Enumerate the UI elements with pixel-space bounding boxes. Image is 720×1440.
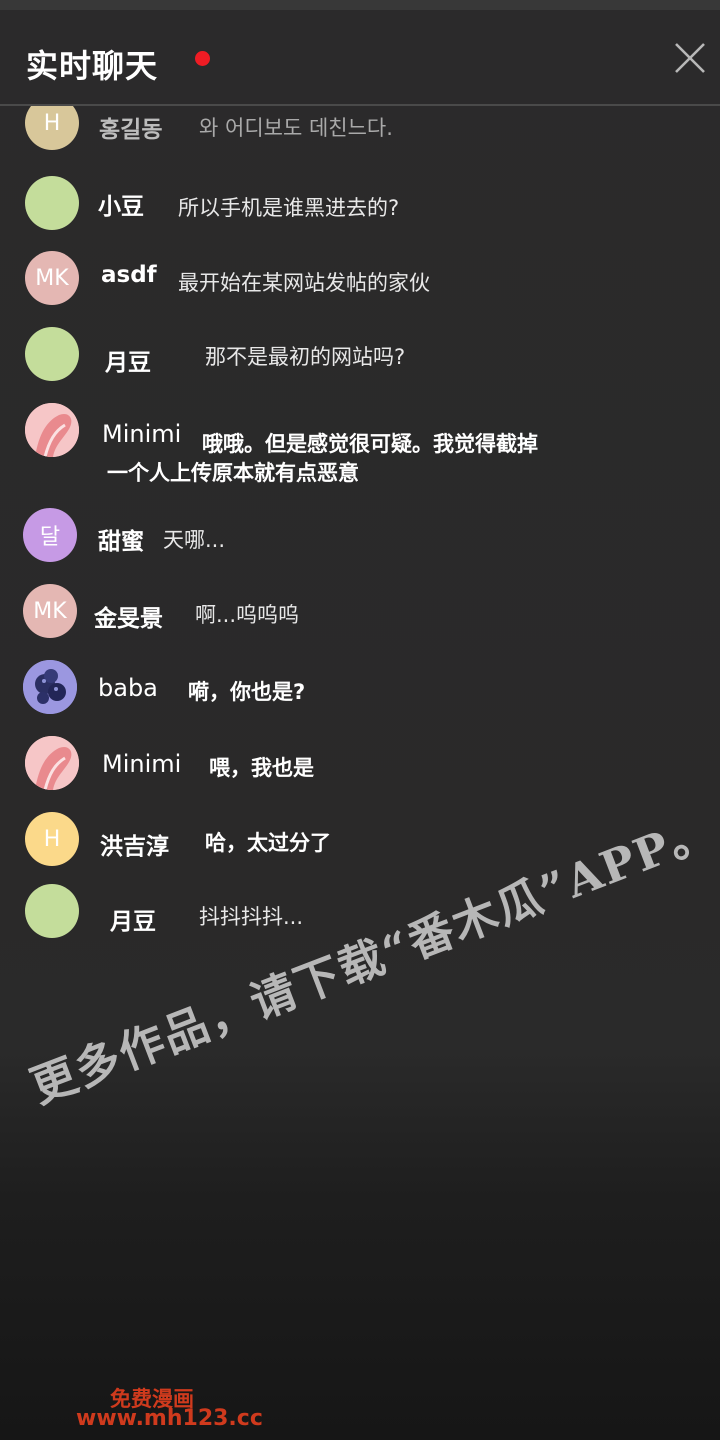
avatar-initial: H	[43, 110, 61, 136]
avatar	[25, 736, 79, 790]
message-text: 와 어디보도 데친느다.	[199, 116, 393, 140]
avatar	[25, 176, 79, 230]
avatar-initial: MK	[35, 265, 69, 291]
message-author: 金旻景	[94, 606, 163, 632]
chat-message: baba 嗬，你也是?	[0, 660, 720, 724]
avatar-image	[23, 660, 77, 714]
avatar-image	[25, 403, 79, 457]
avatar-initial: MK	[33, 598, 67, 624]
message-author: baba	[98, 674, 158, 702]
close-icon[interactable]	[672, 40, 708, 76]
message-text-continued: 一个人上传原本就有点恶意	[107, 461, 359, 485]
message-text: 最开始在某网站发帖的家伙	[178, 271, 430, 295]
avatar: MK	[25, 251, 79, 305]
message-text: 啊...呜呜呜	[195, 603, 300, 627]
avatar: H	[25, 106, 79, 150]
message-text: 抖抖抖抖...	[199, 905, 304, 929]
avatar	[25, 403, 79, 457]
chat-message: MK 金旻景 啊...呜呜呜	[0, 584, 720, 648]
message-author: 小豆	[98, 194, 144, 220]
page-title: 实时聊天	[26, 47, 159, 85]
chat-message: Minimi 喂，我也是	[0, 736, 720, 800]
message-text: 哈，太过分了	[205, 831, 331, 855]
message-author: 月豆	[110, 909, 156, 935]
message-text: 那不是最初的网站吗?	[205, 345, 406, 369]
avatar	[25, 327, 79, 381]
avatar	[23, 660, 77, 714]
avatar: H	[25, 812, 79, 866]
chat-message: 小豆 所以手机是谁黑进去的?	[0, 176, 720, 240]
chat-message-list[interactable]: H 홍길동 와 어디보도 데친느다. 小豆 所以手机是谁黑进去的? MK asd…	[0, 106, 720, 950]
avatar-initial: H	[43, 826, 61, 852]
avatar: MK	[23, 584, 77, 638]
chat-message: Minimi 哦哦。但是感觉很可疑。我觉得截掉 一个人上传原本就有点恶意	[0, 403, 720, 493]
message-text: 嗬，你也是?	[188, 680, 306, 704]
chat-message: H 홍길동 와 어디보도 데친느다.	[0, 106, 720, 166]
message-text: 哦哦。但是感觉很可疑。我觉得截掉	[202, 432, 538, 456]
message-text: 所以手机是谁黑进去的?	[178, 196, 400, 220]
chat-message: MK asdf 最开始在某网站发帖的家伙	[0, 251, 720, 315]
message-author: asdf	[101, 262, 157, 288]
message-author: Minimi	[102, 420, 182, 448]
message-author: Minimi	[102, 750, 182, 778]
chat-header: 实时聊天	[0, 10, 720, 106]
message-text: 天哪...	[163, 528, 226, 552]
chat-message: 月豆 那不是最初的网站吗?	[0, 327, 720, 391]
message-text: 喂，我也是	[209, 756, 314, 780]
chat-message: 달 甜蜜 天哪...	[0, 508, 720, 572]
message-author: 甜蜜	[98, 529, 144, 555]
avatar-initial: 달	[39, 525, 61, 550]
message-author: 月豆	[105, 350, 151, 376]
message-author: 洪吉淳	[100, 834, 169, 860]
live-indicator-dot	[195, 51, 210, 66]
footer-site-url[interactable]: www.mh123.cc	[76, 1406, 263, 1431]
message-author: 홍길동	[99, 117, 163, 143]
avatar-image	[25, 736, 79, 790]
avatar: 달	[23, 508, 77, 562]
status-strip	[0, 0, 720, 10]
avatar	[25, 884, 79, 938]
